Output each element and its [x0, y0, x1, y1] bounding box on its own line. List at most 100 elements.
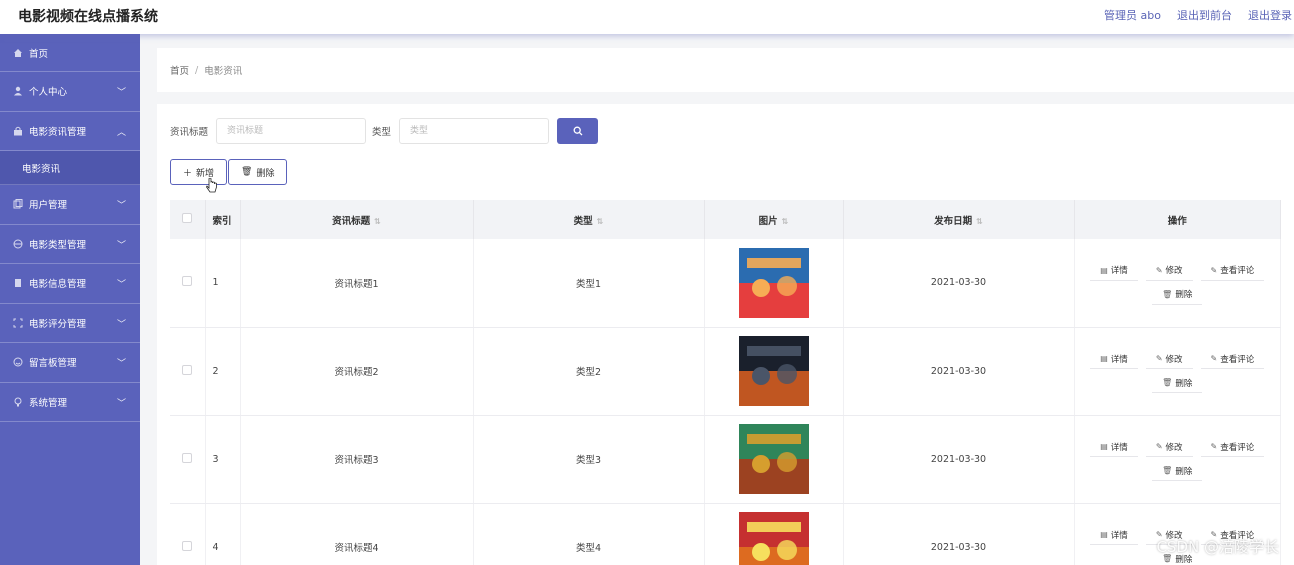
- breadcrumb-home[interactable]: 首页: [170, 63, 189, 77]
- title-search-label: 资讯标题: [170, 127, 209, 138]
- row-checkbox[interactable]: [182, 364, 193, 375]
- home-icon: [12, 47, 23, 58]
- delete-button[interactable]: 🗑 删除: [228, 159, 288, 185]
- sidebar-item-user-management[interactable]: 用户管理 ﹀: [0, 185, 140, 225]
- chevron-down-icon: ﹀: [116, 201, 126, 211]
- select-all-checkbox[interactable]: [182, 213, 193, 223]
- search-button[interactable]: [557, 118, 599, 144]
- table-header-row: 索引 资讯标题 ⇅ 类型 ⇅ 图片 ⇅ 发布日期 ⇅ 操作: [170, 200, 1281, 239]
- header-date[interactable]: 发布日期 ⇅: [843, 200, 1075, 239]
- breadcrumb-separator: /: [195, 64, 199, 76]
- breadcrumb: 首页 / 电影资讯: [157, 48, 1294, 92]
- document-icon: [12, 278, 23, 289]
- sidebar-item-movie-type-management[interactable]: 电影类型管理 ﹀: [0, 225, 140, 264]
- detail-button[interactable]: ▤ 详情: [1090, 525, 1138, 545]
- trash-icon: 🗑: [1162, 466, 1173, 475]
- sidebar-item-movie-news-management[interactable]: 电影资讯管理 ︿: [0, 112, 140, 151]
- edit-icon: ✎: [1155, 354, 1163, 363]
- file-icon: ▤: [1100, 530, 1108, 539]
- sidebar-item-label: 电影资讯管理: [29, 126, 87, 138]
- plus-icon: ＋: [183, 168, 193, 179]
- sidebar-item-message-board-management[interactable]: 留言板管理 ﹀: [0, 343, 140, 383]
- top-actions: 管理员 abo 退出到前台 退出登录: [1104, 7, 1292, 23]
- edit-icon: ✎: [1155, 265, 1163, 275]
- row-date: 2021-03-30: [843, 415, 1075, 504]
- frame-icon: [12, 317, 23, 328]
- sidebar-subitem-movie-news[interactable]: 电影资讯: [0, 151, 140, 185]
- row-index: 2: [205, 327, 241, 416]
- sort-icon: ⇅: [781, 216, 789, 226]
- edit-button[interactable]: ✎ 修改: [1145, 349, 1193, 369]
- sidebar-item-label: 电影类型管理: [29, 239, 87, 251]
- view-comments-button[interactable]: ✎ 查看评论: [1200, 437, 1265, 457]
- view-comments-button[interactable]: ✎ 查看评论: [1200, 260, 1265, 281]
- row-type: 类型2: [473, 327, 705, 416]
- header-type[interactable]: 类型 ⇅: [473, 200, 705, 239]
- watermark: CSDN @涪陵学长: [1156, 538, 1279, 556]
- chevron-up-icon: ︿: [116, 127, 126, 138]
- poster-thumbnail: [738, 424, 809, 494]
- sidebar-item-label: 留言板管理: [29, 358, 77, 370]
- detail-button[interactable]: ▤ 详情: [1090, 260, 1138, 281]
- row-image-cell: [704, 503, 844, 565]
- detail-button[interactable]: ▤ 详情: [1090, 437, 1138, 457]
- copy-icon: [12, 199, 23, 210]
- breadcrumb-current: 电影资讯: [204, 66, 243, 77]
- chevron-down-icon: ﹀: [116, 240, 126, 251]
- row-date: 2021-03-30: [843, 503, 1075, 565]
- top-header: 电影视频在线点播系统 管理员 abo 退出到前台 退出登录: [0, 0, 1294, 34]
- row-index: 3: [205, 415, 241, 504]
- sidebar: 首页 个人中心 ﹀ 电影资讯管理 ︿ 电影资讯 用户管理 ﹀ 电影类型管理 ﹀ …: [0, 34, 140, 565]
- header-ops: 操作: [1074, 200, 1281, 239]
- add-button[interactable]: ＋ 新增: [170, 159, 228, 185]
- header-title[interactable]: 资讯标题 ⇅: [240, 200, 474, 239]
- row-image-cell: [704, 415, 844, 504]
- row-select-cell: [170, 239, 206, 328]
- row-delete-button[interactable]: 🗑 删除: [1152, 284, 1203, 305]
- mouse-cursor-icon: [206, 177, 218, 197]
- row-type: 类型4: [473, 503, 705, 565]
- row-delete-button[interactable]: 🗑 删除: [1152, 373, 1203, 393]
- edit-button[interactable]: ✎ 修改: [1145, 437, 1193, 457]
- sidebar-item-home[interactable]: 首页: [0, 34, 140, 72]
- row-title: 资讯标题1: [240, 239, 474, 328]
- edit-button[interactable]: ✎ 修改: [1145, 260, 1193, 281]
- row-select-cell: [170, 503, 206, 565]
- view-comments-button[interactable]: ✎ 查看评论: [1200, 349, 1265, 369]
- search-icon: [573, 126, 582, 136]
- header-image[interactable]: 图片 ⇅: [704, 200, 844, 239]
- row-delete-button[interactable]: 🗑 删除: [1152, 461, 1203, 481]
- smile-icon: [12, 357, 23, 368]
- logout-link[interactable]: 退出登录: [1248, 7, 1292, 23]
- lock-icon: [12, 125, 23, 136]
- sidebar-item-movie-info-management[interactable]: 电影信息管理 ﹀: [0, 264, 140, 304]
- table-row: 1 资讯标题1 类型1 2021-03-30 ▤ 详情 ✎ 修改 ✎ 查看评论 🗑 删除: [170, 239, 1281, 328]
- action-buttons: ＋ 新增 🗑 删除: [170, 159, 288, 185]
- user-icon: [12, 86, 23, 97]
- row-image-cell: [704, 239, 844, 328]
- row-checkbox[interactable]: [182, 540, 193, 551]
- file-icon: ▤: [1100, 354, 1108, 363]
- sidebar-item-system-management[interactable]: 系统管理 ﹀: [0, 383, 140, 422]
- edit-icon: ✎: [1210, 442, 1218, 451]
- row-select-cell: [170, 415, 206, 504]
- globe-icon: [12, 238, 23, 249]
- title-search-input[interactable]: [216, 118, 367, 144]
- row-image-cell: [704, 327, 844, 416]
- file-icon: ▤: [1100, 265, 1108, 275]
- main-area: 首页 / 电影资讯 资讯标题 类型 ＋ 新增 🗑 删除: [157, 48, 1294, 565]
- row-checkbox[interactable]: [182, 452, 193, 463]
- sidebar-item-label: 首页: [29, 48, 49, 60]
- chevron-down-icon: ﹀: [116, 319, 126, 330]
- exit-to-front-link[interactable]: 退出到前台: [1177, 7, 1232, 23]
- file-icon: ▤: [1100, 442, 1108, 451]
- sidebar-item-personal-center[interactable]: 个人中心 ﹀: [0, 72, 140, 112]
- sidebar-item-movie-rating-management[interactable]: 电影评分管理 ﹀: [0, 304, 140, 343]
- row-title: 资讯标题4: [240, 503, 474, 565]
- type-search-input[interactable]: [399, 118, 550, 144]
- delete-button-label: 删除: [256, 168, 275, 179]
- table-row: 4 资讯标题4 类型4 2021-03-30 ▤ 详情 ✎ 修改 ✎ 查看评论 🗑 删除: [170, 503, 1281, 565]
- detail-button[interactable]: ▤ 详情: [1090, 349, 1138, 369]
- chevron-down-icon: ﹀: [116, 398, 126, 409]
- row-checkbox[interactable]: [182, 276, 193, 287]
